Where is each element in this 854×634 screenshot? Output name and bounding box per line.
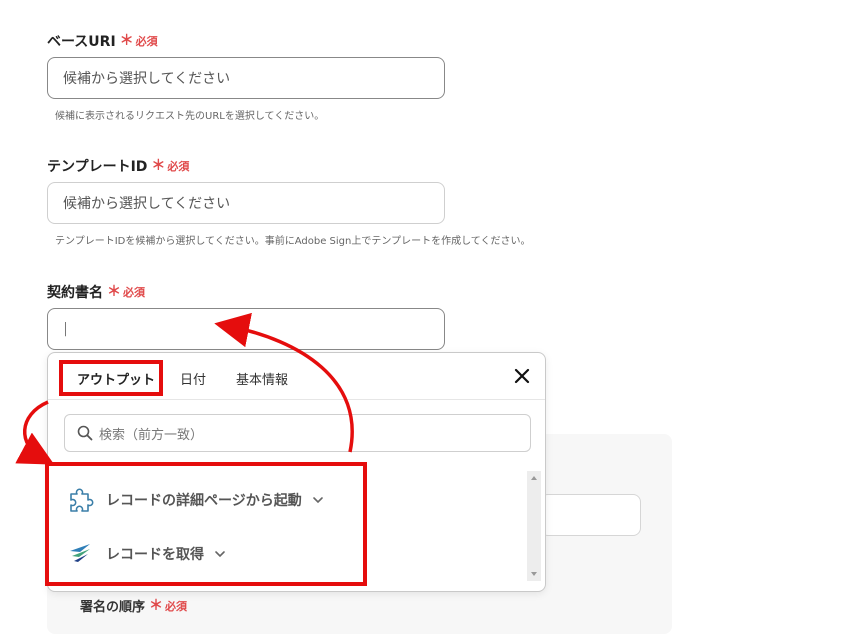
search-input[interactable]: 検索（前方一致） [64,414,531,452]
recipient-input[interactable] [540,494,641,536]
arrow-to-output-list [15,400,55,465]
required-badge: ＊必須 [107,284,145,300]
base-uri-label: ベースURI ＊必須 [47,33,158,50]
scroll-arrows-icon [531,476,537,576]
search-icon [77,425,93,441]
tab-basic-info[interactable]: 基本情報 [236,369,288,388]
base-uri-select[interactable]: 候補から選択してください [47,57,445,99]
required-badge: ＊必須 [119,33,158,49]
close-icon[interactable] [513,367,531,385]
tab-date[interactable]: 日付 [180,369,206,388]
text-cursor: | [63,321,68,337]
template-id-label: テンプレートID ＊必須 [47,158,190,175]
signing-order-label: 署名の順序 ＊必須 [80,597,188,616]
contract-name-input[interactable]: | [47,308,445,350]
required-badge: ＊必須 [149,597,188,614]
highlight-output-list [45,462,367,586]
contract-name-label: 契約書名 ＊必須 [47,284,145,301]
base-uri-hint: 候補に表示されるリクエスト先のURLを選択してください。 [55,111,325,122]
template-id-select[interactable]: 候補から選択してください [47,182,445,224]
list-scrollbar[interactable] [527,471,541,581]
highlight-output-tab [59,360,163,396]
template-id-hint: テンプレートIDを候補から選択してください。事前にAdobe Sign上でテンプ… [55,236,531,247]
required-badge: ＊必須 [151,158,190,174]
